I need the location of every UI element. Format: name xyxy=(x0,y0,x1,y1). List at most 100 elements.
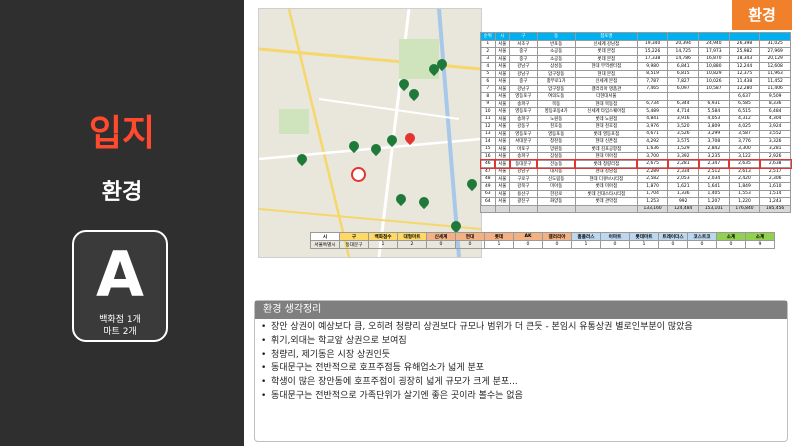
notes-header: 환경 생각정리 xyxy=(255,301,787,319)
table-row: 6 서울 중구 충무로1가 신세계 본점 7,787 7,827 10,026 11,438 11… xyxy=(480,77,791,86)
table-cell: 2,053 xyxy=(667,174,700,183)
store-count-cell: 2 xyxy=(397,240,427,249)
table-cell: 서울 xyxy=(494,159,511,169)
table-cell: 1,207 xyxy=(698,197,730,206)
store-count-cell: 0 xyxy=(600,240,630,249)
table-header: 순위 시 구 동 점포명 xyxy=(480,32,791,41)
note-item: 청량리, 제기동은 시장 상권인듯 xyxy=(261,349,693,363)
table-cell: 4,671 xyxy=(636,129,669,138)
table-row: 47 서울 강남구 대치동 현대 강남점 2,289 2,334 2,512 2,613 2,51… xyxy=(480,167,791,176)
grade-card: A 백화점 1개 마트 2개 xyxy=(72,230,168,342)
table-cell: 3,700 xyxy=(636,152,669,161)
table-cell: 2,420 xyxy=(728,174,761,183)
table-cell: 2,334 xyxy=(667,167,700,176)
table-cell: 11,452 xyxy=(759,77,791,86)
table-cell: 124,484 xyxy=(667,204,700,213)
map-view[interactable] xyxy=(258,8,482,258)
table-cell: 강남구 xyxy=(509,62,538,71)
table-header-cell: 시 xyxy=(494,32,511,41)
table-cell: 10,587 xyxy=(698,84,730,93)
table-cell: 서울 xyxy=(494,182,511,191)
table-cell: 서울 xyxy=(494,167,511,176)
table-cell: 64 xyxy=(480,197,496,206)
table-cell: 현대 본점 xyxy=(574,69,638,78)
table-cell: 7,465 xyxy=(636,84,669,93)
table-cell: 12,608 xyxy=(759,62,791,71)
map-roads xyxy=(259,9,481,257)
table-cell: 47 xyxy=(480,167,496,176)
table-cell: 2,034 xyxy=(698,174,730,183)
note-item: 동대문구는 전반적으로 호프주점등 유해업소가 넓게 분포 xyxy=(261,362,693,376)
table-cell: 롯데 노원점 xyxy=(574,114,638,123)
store-count-cell: 1 xyxy=(629,240,659,249)
table-cell: 6,344 xyxy=(667,99,700,108)
table-cell: 2,675 xyxy=(636,159,669,169)
table-row: 8 서울 영등포구 여의도동 더현대서울 6,637 9,509 xyxy=(480,92,791,101)
table-cell: 신세계 타임스퀘어점 xyxy=(574,107,638,116)
table-row: 15 서울 마포구 망원동 롯데 김포공항점 1,636 1,529 2,842 3,300 3,… xyxy=(480,144,791,153)
table-cell: 3,300 xyxy=(728,144,761,153)
table-cell: 4,312 xyxy=(728,114,761,123)
table-cell: 신세계 본점 xyxy=(574,77,638,86)
table-cell: 롯데 청량리점 xyxy=(574,159,639,169)
table-cell xyxy=(574,204,638,213)
store-count-header-cell: 대형마트 xyxy=(397,232,427,241)
table-cell: 4 xyxy=(480,62,496,71)
grade-line-2: 마트 2개 xyxy=(103,327,137,337)
table-cell: 송파구 xyxy=(509,99,538,108)
store-count-cell: 1 xyxy=(484,240,514,249)
table-cell: 서울 xyxy=(494,174,511,183)
table-cell: 1,220 xyxy=(728,197,761,206)
store-count-header-cell: 코스트코 xyxy=(687,232,717,241)
store-count-header-cell: 시 xyxy=(310,232,340,241)
store-count-header-cell: 신세계 xyxy=(426,232,456,241)
table-cell: 20,129 xyxy=(759,54,791,63)
table-row: 63 서울 용산구 한강로 롯데 건대스타시티점 1,704 1,336 1,405 1,553… xyxy=(480,189,791,198)
table-cell: 6,637 xyxy=(728,92,761,101)
table-cell: 10,026 xyxy=(698,77,730,86)
table-cell: 서울 xyxy=(494,99,511,108)
table-cell: 1,849 xyxy=(728,182,761,191)
table-cell: 31,025 xyxy=(759,39,791,48)
table-cell: 마포구 xyxy=(509,144,538,153)
table-cell: 2,347 xyxy=(697,159,731,169)
table-cell: 12 xyxy=(480,122,496,131)
table-cell: 12,375 xyxy=(728,69,761,78)
table-cell: 4,714 xyxy=(667,107,700,116)
table-cell: 6 xyxy=(480,77,496,86)
table-cell: 구로구 xyxy=(509,174,538,183)
table-cell: 9,509 xyxy=(759,92,791,101)
table-cell: 2,306 xyxy=(759,174,791,183)
table-cell: 9 xyxy=(480,99,496,108)
note-item: 동대문구는 전반적으로 가족단위가 살기엔 좋은 곳이라 볼수는 없음 xyxy=(261,390,693,404)
table-cell: 현대 미아점 xyxy=(574,152,638,161)
table-header-cell xyxy=(728,32,761,41)
table-cell: 현대 디큐브시티점 xyxy=(574,174,638,183)
table-cell: 중구 xyxy=(509,54,538,63)
table-cell: 2,842 xyxy=(698,144,730,153)
table-cell: 16 xyxy=(480,152,496,161)
table-cell: 176,840 xyxy=(728,204,761,213)
table-row: 3 서울 중구 소공동 롯데 본점 17,338 14,786 16,870 18,343 20,… xyxy=(480,54,791,63)
section-badge: 환경 xyxy=(732,0,792,30)
table-header-cell: 구 xyxy=(509,32,538,41)
table-cell: 2,635 xyxy=(728,159,761,169)
table-cell: 송파구 xyxy=(509,152,538,161)
store-count-cell: 동대문구 xyxy=(339,240,369,249)
table-cell: 서울 xyxy=(494,39,511,48)
table-cell: 잠실동 xyxy=(536,152,576,161)
table-cell: 3,392 xyxy=(667,152,700,161)
table-cell: 롯데 미아점 xyxy=(574,182,638,191)
table-cell: 1,405 xyxy=(698,189,730,198)
target-location-icon[interactable] xyxy=(351,167,366,182)
table-row: 16 서울 송파구 잠실동 현대 미아점 3,700 3,392 3,235 3,122 2,92… xyxy=(480,152,791,161)
table-cell: 신도림동 xyxy=(536,174,576,183)
table-row: 12 서울 강동구 천호동 현대 천호점 3,976 3,520 3,809 4,025 3,92… xyxy=(480,122,791,131)
table-cell: 10 xyxy=(480,107,496,116)
table-cell: 1,336 xyxy=(667,189,700,198)
table-header-cell xyxy=(636,32,669,41)
table-cell: 1 xyxy=(480,39,496,48)
sidebar-title: 입지 xyxy=(88,113,156,154)
store-count-header-cell: 백화점수 xyxy=(368,232,398,241)
table-row: 133,160 124,484 153,101 176,840 185,456 xyxy=(480,204,791,213)
